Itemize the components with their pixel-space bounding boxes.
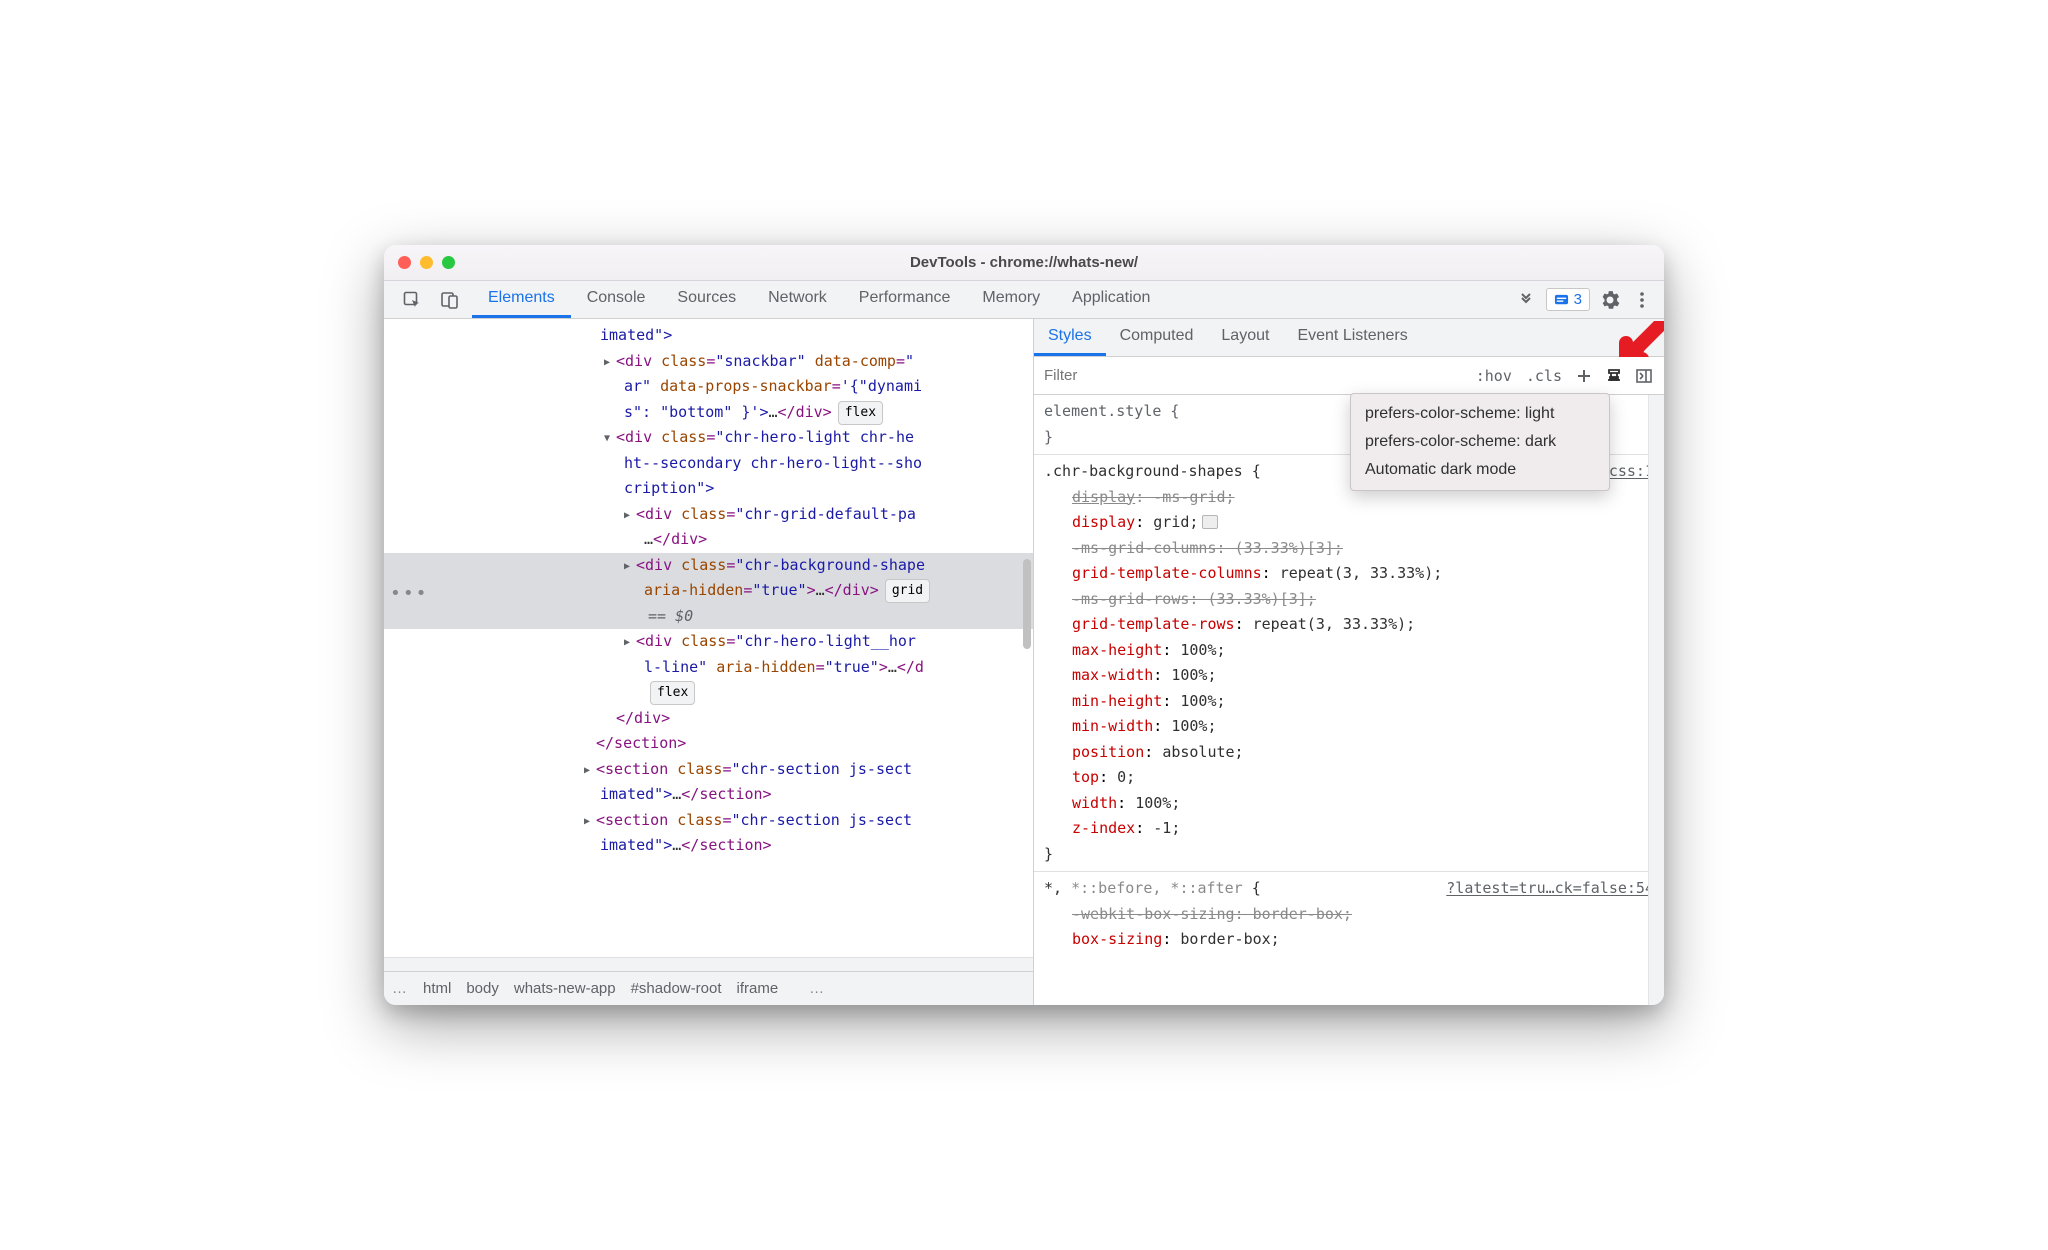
css-declaration[interactable]: box-sizing: border-box;: [1044, 927, 1654, 953]
styles-panel: StylesComputedLayoutEvent Listeners :hov…: [1034, 319, 1664, 1005]
popover-item[interactable]: Automatic dark mode: [1351, 456, 1609, 484]
css-declaration[interactable]: -ms-grid-columns: (33.33%)[3];: [1044, 536, 1654, 562]
css-declaration[interactable]: -ms-grid-rows: (33.33%)[3];: [1044, 587, 1654, 613]
breadcrumb-item[interactable]: iframe: [736, 980, 778, 997]
row-actions-icon[interactable]: •••: [390, 579, 429, 610]
tab-sources[interactable]: Sources: [661, 281, 752, 318]
css-declaration[interactable]: min-height: 100%;: [1044, 689, 1654, 715]
devtools-window: DevTools - chrome://whats-new/ ElementsC…: [384, 245, 1664, 1005]
vertical-scrollbar[interactable]: [1648, 395, 1664, 1005]
tab-network[interactable]: Network: [752, 281, 843, 318]
breadcrumb-item[interactable]: #shadow-root: [631, 980, 722, 997]
minimize-window-button[interactable]: [420, 256, 433, 269]
styles-toolbar: :hov .cls prefers-color-scheme: light pr…: [1034, 357, 1664, 395]
css-declaration[interactable]: min-width: 100%;: [1044, 714, 1654, 740]
breadcrumb-overflow-icon[interactable]: …: [392, 980, 407, 997]
inspect-icon[interactable]: [400, 288, 424, 312]
issues-count: 3: [1574, 291, 1582, 308]
kebab-menu-icon[interactable]: [1630, 288, 1654, 312]
rendering-emulation-popover: prefers-color-scheme: light prefers-colo…: [1350, 393, 1610, 491]
horizontal-scrollbar[interactable]: [384, 957, 1033, 971]
settings-gear-icon[interactable]: [1598, 288, 1622, 312]
device-toggle-icon[interactable]: [438, 288, 462, 312]
issues-chip[interactable]: 3: [1546, 288, 1590, 311]
sub-tab-bar: StylesComputedLayoutEvent Listeners: [1034, 319, 1664, 357]
flex-badge[interactable]: flex: [838, 401, 883, 425]
flex-badge[interactable]: flex: [650, 681, 695, 705]
tab-application[interactable]: Application: [1056, 281, 1166, 318]
subtab-event-listeners[interactable]: Event Listeners: [1283, 319, 1421, 356]
css-declaration[interactable]: top: 0;: [1044, 765, 1654, 791]
tab-elements[interactable]: Elements: [472, 281, 571, 318]
traffic-lights: [398, 256, 455, 269]
css-declaration[interactable]: max-width: 100%;: [1044, 663, 1654, 689]
subtab-computed[interactable]: Computed: [1106, 319, 1208, 356]
popover-item[interactable]: prefers-color-scheme: light: [1351, 400, 1609, 428]
grid-editor-icon[interactable]: [1202, 515, 1218, 529]
more-tabs-icon[interactable]: [1514, 288, 1538, 312]
breadcrumb-overflow-icon[interactable]: …: [809, 980, 824, 997]
maximize-window-button[interactable]: [442, 256, 455, 269]
breadcrumb-item[interactable]: body: [466, 980, 499, 997]
collapse-toggle-icon[interactable]: ▼: [604, 430, 616, 447]
subtab-styles[interactable]: Styles: [1034, 319, 1106, 356]
css-declaration[interactable]: width: 100%;: [1044, 791, 1654, 817]
grid-badge[interactable]: grid: [885, 579, 930, 603]
breadcrumb-item[interactable]: whats-new-app: [514, 980, 616, 997]
expand-toggle-icon[interactable]: ▶: [604, 354, 616, 371]
expand-toggle-icon[interactable]: ▶: [584, 762, 596, 779]
css-declaration[interactable]: position: absolute;: [1044, 740, 1654, 766]
styles-filter-input[interactable]: [1044, 367, 1466, 384]
window-title: DevTools - chrome://whats-new/: [384, 254, 1664, 271]
breadcrumb: … html body whats-new-app #shadow-root i…: [384, 971, 1033, 1005]
expand-toggle-icon[interactable]: ▶: [624, 634, 636, 651]
css-declaration[interactable]: grid-template-rows: repeat(3, 33.33%);: [1044, 612, 1654, 638]
more-subtabs-icon[interactable]: [1640, 326, 1664, 350]
tab-console[interactable]: Console: [571, 281, 662, 318]
expand-toggle-icon[interactable]: ▶: [624, 507, 636, 524]
css-declaration[interactable]: max-height: 100%;: [1044, 638, 1654, 664]
css-declaration[interactable]: grid-template-columns: repeat(3, 33.33%)…: [1044, 561, 1654, 587]
css-declaration[interactable]: display: grid;: [1044, 510, 1654, 536]
dom-tree[interactable]: ••• imated"> ▶<div class="snackbar" data…: [384, 319, 1033, 957]
tab-performance[interactable]: Performance: [843, 281, 967, 318]
popover-item[interactable]: prefers-color-scheme: dark: [1351, 428, 1609, 456]
expand-toggle-icon[interactable]: ▶: [624, 558, 636, 575]
main-tab-bar: ElementsConsoleSourcesNetworkPerformance…: [384, 281, 1664, 319]
hov-toggle[interactable]: :hov: [1472, 365, 1516, 387]
source-link[interactable]: ?latest=tru…ck=false:54: [1446, 876, 1654, 902]
breadcrumb-item[interactable]: html: [423, 980, 451, 997]
tab-memory[interactable]: Memory: [966, 281, 1056, 318]
subtab-layout[interactable]: Layout: [1207, 319, 1283, 356]
window-titlebar: DevTools - chrome://whats-new/: [384, 245, 1664, 281]
new-style-rule-icon[interactable]: [1572, 364, 1596, 388]
cls-toggle[interactable]: .cls: [1522, 365, 1566, 387]
elements-panel: ••• imated"> ▶<div class="snackbar" data…: [384, 319, 1034, 1005]
css-declaration[interactable]: z-index: -1;: [1044, 816, 1654, 842]
rendering-emulation-icon[interactable]: [1602, 364, 1626, 388]
css-declaration[interactable]: -webkit-box-sizing: border-box;: [1044, 902, 1654, 928]
computed-sidebar-toggle-icon[interactable]: [1632, 364, 1656, 388]
expand-toggle-icon[interactable]: ▶: [584, 813, 596, 830]
close-window-button[interactable]: [398, 256, 411, 269]
